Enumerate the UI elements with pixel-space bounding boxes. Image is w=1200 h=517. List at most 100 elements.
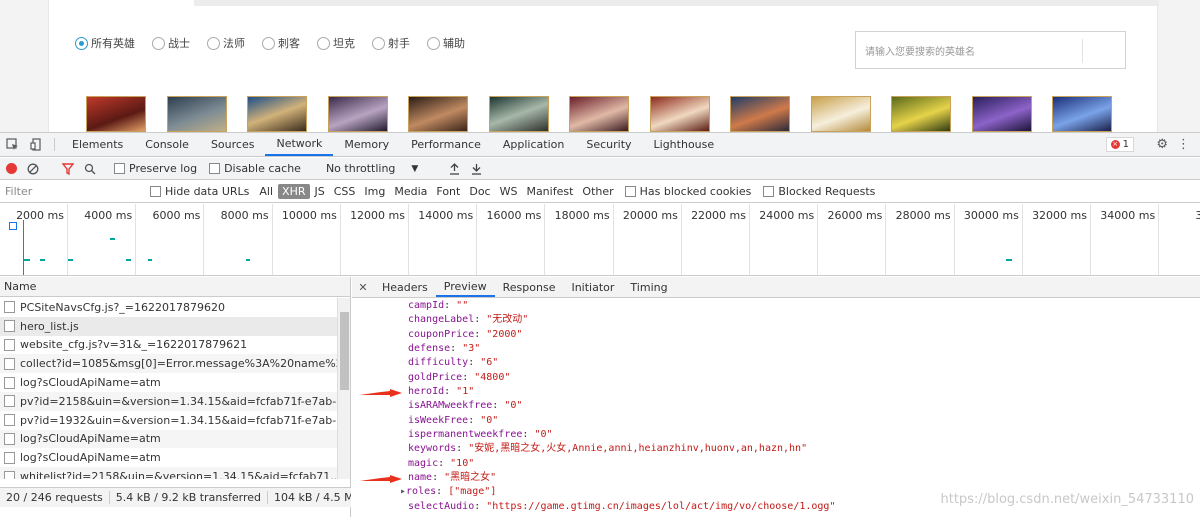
has-blocked-cookies-checkbox[interactable]: Has blocked cookies	[624, 185, 751, 198]
hero-portrait[interactable]	[1052, 96, 1112, 132]
type-filter-font[interactable]: Font	[432, 184, 464, 199]
json-colon: :	[492, 400, 505, 412]
type-filter-manifest[interactable]: Manifest	[522, 184, 577, 199]
type-filter-other[interactable]: Other	[578, 184, 617, 199]
tab-console[interactable]: Console	[134, 133, 200, 156]
hero-portrait[interactable]	[649, 96, 710, 132]
inspect-icon[interactable]	[0, 133, 24, 156]
disable-cache-checkbox[interactable]: Disable cache	[209, 162, 301, 175]
tab-headers[interactable]: Headers	[374, 277, 436, 297]
hero-portrait[interactable]	[408, 96, 468, 132]
hero-portrait[interactable]	[166, 96, 227, 132]
close-icon[interactable]: ✕	[352, 277, 374, 297]
hero-portrait[interactable]	[971, 96, 1032, 132]
hero-portrait[interactable]	[247, 96, 307, 132]
request-row[interactable]: whitelist?id=2158&uin=&version=1.34.15&a…	[0, 467, 337, 479]
tab-security[interactable]: Security	[575, 133, 642, 156]
json-property-row: isARAMweekfree: "0"	[408, 399, 835, 413]
request-row[interactable]: collect?id=1085&msg[0]=Error.message%3A%…	[0, 354, 337, 374]
blocked-requests-checkbox[interactable]: Blocked Requests	[763, 185, 875, 198]
json-key: roles	[406, 486, 437, 498]
type-filter-xhr[interactable]: XHR	[278, 184, 310, 199]
network-overview-timeline[interactable]: 2000 ms 4000 ms 6000 ms 8000 ms 10000 ms 1200…	[0, 204, 1200, 276]
filter-warrior[interactable]: 战士	[152, 35, 190, 51]
type-filter-css[interactable]: CSS	[330, 184, 360, 199]
checkbox-icon[interactable]	[763, 186, 775, 197]
tab-sources[interactable]: Sources	[200, 133, 266, 156]
json-property-row[interactable]: ▸roles: ["mage"]	[400, 485, 835, 499]
tab-initiator[interactable]: Initiator	[563, 277, 622, 297]
hero-portrait[interactable]	[569, 96, 629, 132]
hero-portrait[interactable]	[327, 96, 388, 132]
search-icon[interactable]	[79, 163, 101, 175]
settings-gear-icon[interactable]: ⚙	[1156, 137, 1168, 152]
radio-icon[interactable]	[372, 36, 385, 50]
request-row[interactable]: log?sCloudApiName=atm	[0, 448, 337, 467]
filter-support[interactable]: 辅助	[427, 35, 465, 51]
tab-memory[interactable]: Memory	[333, 133, 400, 156]
type-filter-js[interactable]: JS	[311, 184, 329, 199]
radio-icon[interactable]	[207, 36, 220, 50]
type-filter-doc[interactable]: Doc	[465, 184, 494, 199]
filter-icon[interactable]	[57, 162, 79, 175]
file-icon	[4, 432, 15, 445]
checkbox-icon[interactable]	[209, 163, 221, 174]
radio-icon[interactable]	[262, 36, 275, 50]
filter-assassin[interactable]: 刺客	[262, 35, 300, 51]
request-row-selected[interactable]: hero_list.js	[0, 316, 337, 336]
column-header-name[interactable]: Name	[0, 277, 350, 297]
radio-icon[interactable]	[427, 36, 440, 50]
filter-mage[interactable]: 法师	[207, 35, 245, 51]
clear-icon[interactable]	[22, 163, 44, 175]
hero-portrait[interactable]	[730, 96, 790, 132]
type-filter-ws[interactable]: WS	[496, 184, 522, 199]
hero-portrait[interactable]	[891, 96, 951, 132]
json-key: goldPrice	[408, 371, 463, 383]
checkbox-icon[interactable]	[114, 163, 125, 174]
hero-portrait[interactable]	[810, 96, 871, 132]
type-filter-media[interactable]: Media	[390, 184, 431, 199]
filter-all-heroes[interactable]: 所有英雄	[75, 35, 135, 51]
error-count-badge[interactable]: × 1	[1105, 137, 1134, 152]
tab-timing[interactable]: Timing	[622, 277, 675, 297]
more-icon[interactable]: ⋮	[1177, 137, 1190, 152]
preserve-log-checkbox[interactable]: Preserve log	[114, 162, 197, 175]
throttling-select[interactable]: No throttling ▼	[326, 162, 418, 175]
json-value: "10"	[450, 457, 475, 469]
hide-data-urls-checkbox[interactable]: Hide data URLs	[150, 185, 249, 198]
request-row[interactable]: website_cfg.js?v=31&_=1622017879621	[0, 336, 337, 355]
radio-icon[interactable]	[317, 36, 330, 50]
export-icon[interactable]	[465, 163, 487, 175]
radio-icon[interactable]	[152, 36, 165, 50]
tab-application[interactable]: Application	[492, 133, 575, 156]
tab-preview[interactable]: Preview	[435, 277, 495, 297]
tab-network[interactable]: Network	[265, 133, 334, 156]
checkbox-icon[interactable]	[624, 186, 636, 197]
request-row[interactable]: pv?id=2158&uin=&version=1.34.15&aid=fcfa…	[0, 391, 337, 411]
checkbox-icon[interactable]	[150, 186, 161, 197]
request-row[interactable]: pv?id=1932&uin=&version=1.34.15&aid=fcfa…	[0, 411, 337, 430]
scrollbar-thumb[interactable]	[340, 312, 349, 390]
radio-selected-icon[interactable]	[75, 36, 88, 50]
request-row[interactable]: log?sCloudApiName=atm	[0, 373, 337, 392]
filter-marksman[interactable]: 射手	[372, 35, 410, 51]
device-toolbar-icon[interactable]	[24, 133, 48, 156]
tab-lighthouse[interactable]: Lighthouse	[643, 133, 726, 156]
request-list-scrollbar[interactable]	[337, 298, 350, 479]
record-icon[interactable]	[0, 163, 22, 174]
request-row[interactable]: log?sCloudApiName=atm	[0, 429, 337, 449]
tab-elements[interactable]: Elements	[61, 133, 134, 156]
webpage-viewport: 所有英雄 战士 法师 刺客 坦克 射手 辅助 请输入您要搜索的英雄名	[0, 0, 1200, 132]
tab-response[interactable]: Response	[495, 277, 564, 297]
request-row[interactable]: PCSiteNavsCfg.js?_=1622017879620	[0, 298, 337, 317]
tab-performance[interactable]: Performance	[400, 133, 492, 156]
type-filter-all[interactable]: All	[255, 184, 277, 199]
import-icon[interactable]	[443, 162, 465, 175]
hero-portrait[interactable]	[488, 96, 549, 132]
json-value: "0"	[534, 429, 553, 441]
hero-portrait[interactable]	[86, 96, 146, 132]
filter-tank[interactable]: 坦克	[317, 35, 355, 51]
hero-search-input[interactable]: 请输入您要搜索的英雄名	[855, 31, 1126, 69]
filter-input[interactable]: Filter	[0, 185, 150, 198]
type-filter-img[interactable]: Img	[360, 184, 389, 199]
